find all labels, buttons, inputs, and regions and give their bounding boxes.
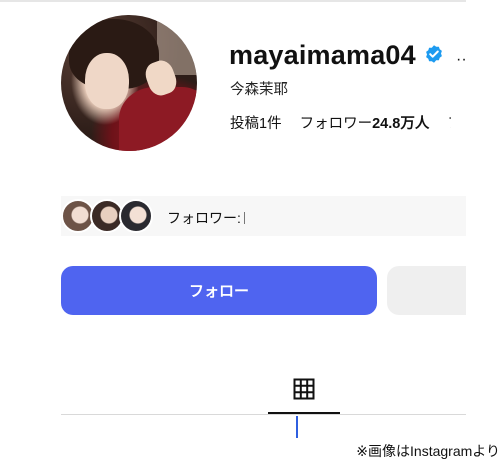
followed-by-names-cut — [243, 212, 245, 224]
grid-icon — [293, 378, 315, 400]
followed-by-text[interactable]: フォロワー: — [167, 208, 245, 228]
message-button[interactable] — [387, 266, 466, 315]
tabs-divider — [61, 414, 466, 415]
followers-stat[interactable]: フォロワー24.8万人 — [300, 116, 430, 132]
follow-button[interactable]: フォロー — [61, 266, 377, 315]
avatar-face — [85, 53, 129, 109]
posts-count: 1件 — [259, 116, 282, 132]
posts-stat[interactable]: 投稿1件 — [230, 116, 282, 132]
followed-by-avatar — [119, 199, 153, 233]
followers-label: フォロワー — [299, 116, 373, 132]
tab-posts-grid[interactable] — [268, 370, 340, 414]
following-label-partial: フ — [447, 112, 451, 133]
followed-by-avatars[interactable] — [61, 198, 161, 234]
avatar-sleeve — [119, 87, 197, 151]
followers-count: 24.8万人 — [372, 116, 430, 132]
profile-full-name: 今森茉耶 — [230, 82, 288, 98]
content-marker — [296, 416, 298, 438]
profile-avatar[interactable] — [61, 15, 197, 151]
followed-by-label: フォロワー: — [167, 210, 241, 226]
posts-label: 投稿 — [230, 116, 259, 132]
image-credit: ※画像はInstagramより — [286, 442, 500, 460]
right-crop-mask — [466, 0, 500, 440]
profile-username: mayaimama04 — [229, 40, 416, 70]
profile-stats: 投稿1件 フォロワー24.8万人 フ — [230, 112, 465, 133]
top-border — [0, 0, 500, 2]
following-stat[interactable]: フ — [447, 116, 451, 132]
verified-badge-icon — [426, 45, 442, 63]
